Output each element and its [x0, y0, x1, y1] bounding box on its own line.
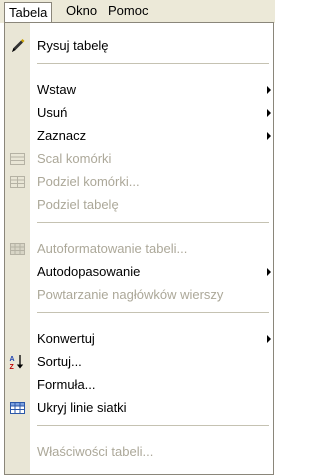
menu-item-label: Właściwości tabeli... — [37, 444, 154, 459]
menu-item-autofit[interactable]: Autodopasowanie — [5, 261, 273, 283]
split-cells-icon — [9, 174, 26, 190]
tabela-dropdown-menu: Rysuj tabelę Wstaw Usuń Zaznacz Scal kom… — [4, 22, 274, 475]
menu-item-label: Formuła... — [37, 377, 96, 392]
menu-item-label: Konwertuj — [37, 331, 95, 346]
svg-text:A: A — [10, 356, 15, 363]
menu-item-hide-gridlines[interactable]: Ukryj linie siatki — [5, 397, 273, 419]
menu-item-label: Powtarzanie nagłówków wierszy — [37, 287, 224, 302]
separator — [37, 63, 269, 64]
menu-item-label: Scal komórki — [37, 151, 112, 166]
menu-item-sort[interactable]: A Z Sortuj... — [5, 351, 273, 373]
menu-item-convert[interactable]: Konwertuj — [5, 328, 273, 350]
menu-item-insert[interactable]: Wstaw — [5, 79, 273, 101]
menu-item-split-cells: Podziel komórki... — [5, 171, 273, 193]
menu-item-label: Podziel komórki... — [37, 174, 140, 189]
submenu-arrow-icon — [267, 109, 271, 117]
menu-item-label: Zaznacz — [37, 128, 87, 143]
menu-item-label: Autodopasowanie — [37, 264, 141, 279]
pencil-icon — [9, 38, 26, 54]
menubar-tabela[interactable]: Tabela — [4, 2, 53, 22]
separator — [37, 425, 269, 426]
menu-item-label: Autoformatowanie tabeli... — [37, 241, 188, 256]
menu-item-label: Podziel tabelę — [37, 197, 119, 212]
menu-item-merge-cells: Scal komórki — [5, 148, 273, 170]
table-autoformat-icon — [9, 241, 26, 257]
submenu-arrow-icon — [267, 86, 271, 94]
menu-item-label: Rysuj tabelę — [37, 38, 109, 53]
submenu-arrow-icon — [267, 335, 271, 343]
menu-item-delete[interactable]: Usuń — [5, 102, 273, 124]
submenu-arrow-icon — [267, 268, 271, 276]
menu-item-label: Ukryj linie siatki — [37, 400, 127, 415]
submenu-arrow-icon — [267, 132, 271, 140]
menu-item-split-table: Podziel tabelę — [5, 194, 273, 216]
sort-az-icon: A Z — [9, 354, 26, 371]
menu-item-draw-table[interactable]: Rysuj tabelę — [5, 35, 273, 57]
menubar-pomoc[interactable]: Pomoc — [104, 0, 152, 22]
menu-item-table-autoformat: Autoformatowanie tabeli... — [5, 238, 273, 260]
menu-bar: Tabela Okno Pomoc — [0, 0, 275, 23]
menu-item-formula[interactable]: Formuła... — [5, 374, 273, 396]
gridlines-icon — [9, 400, 26, 416]
menu-item-repeat-header-rows: Powtarzanie nagłówków wierszy — [5, 284, 273, 306]
menu-item-table-properties: Właściwości tabeli... — [5, 441, 273, 463]
menu-item-label: Usuń — [37, 105, 68, 120]
menubar-okno[interactable]: Okno — [62, 0, 101, 22]
separator — [37, 222, 269, 223]
separator — [37, 312, 269, 313]
merge-cells-icon — [9, 151, 26, 167]
menu-item-label: Sortuj... — [37, 354, 82, 369]
menu-item-label: Wstaw — [37, 82, 76, 97]
menu-item-select[interactable]: Zaznacz — [5, 125, 273, 147]
svg-text:Z: Z — [10, 364, 15, 370]
